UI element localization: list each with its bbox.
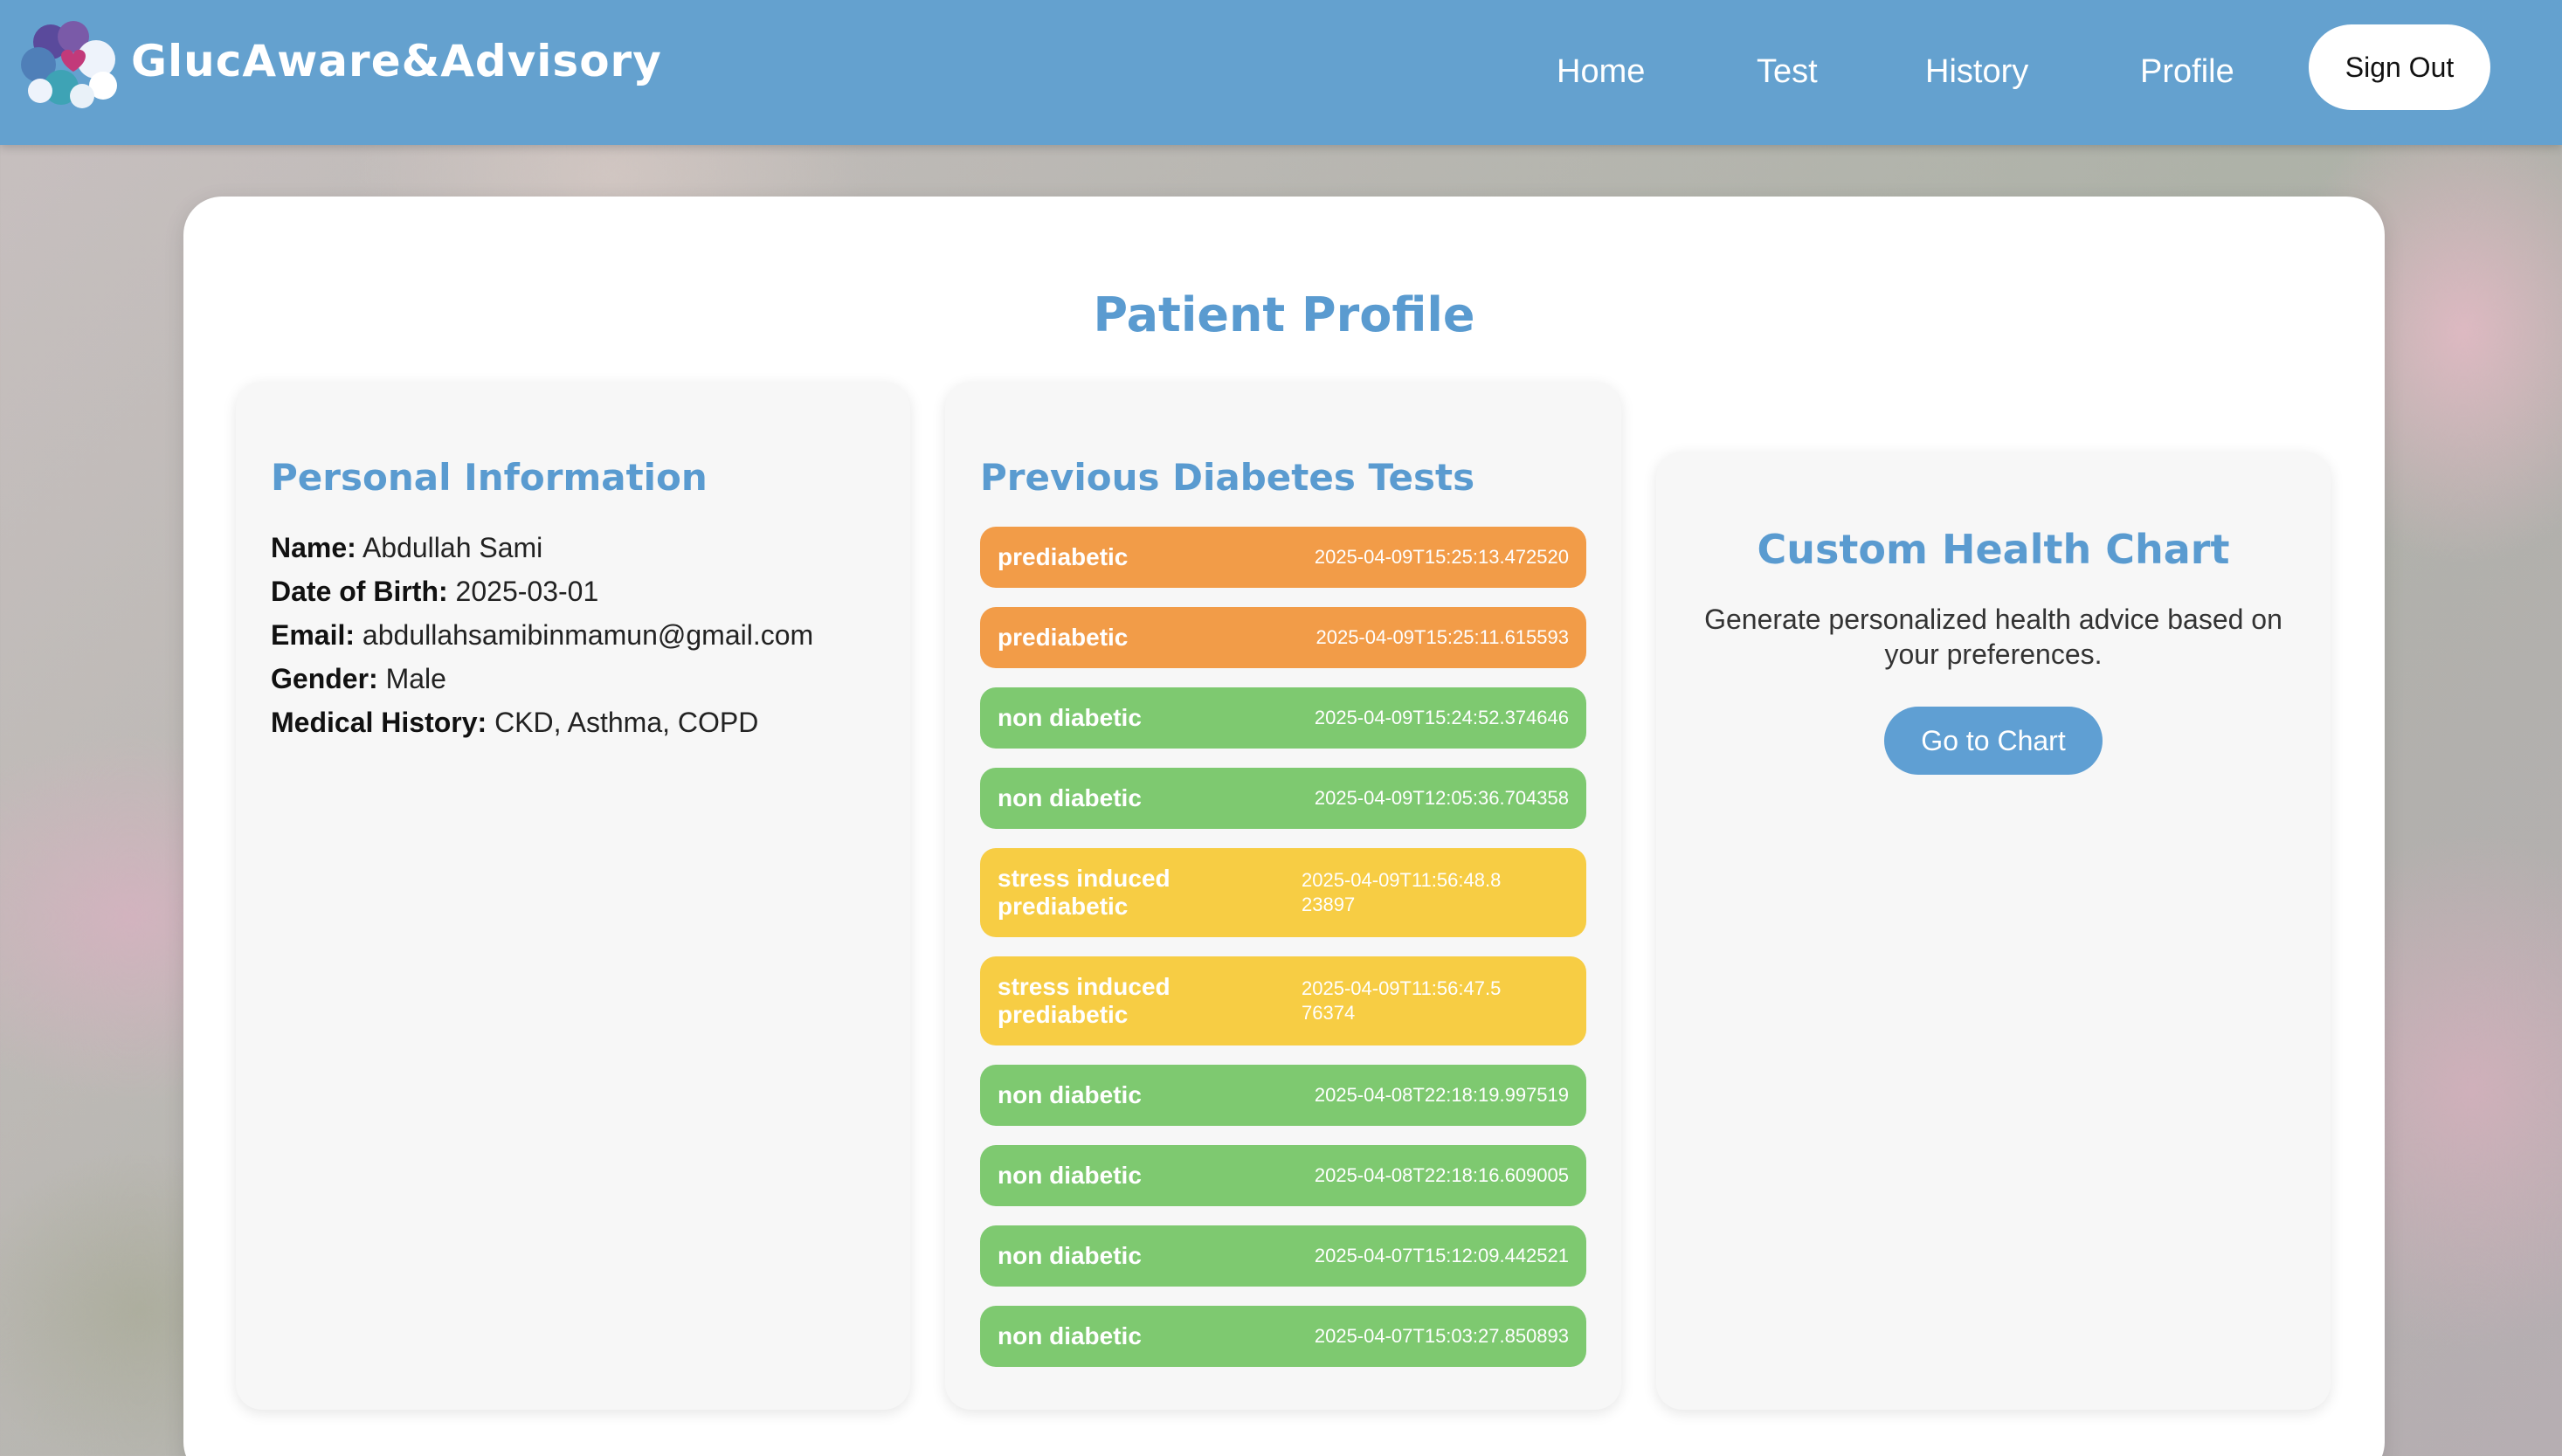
test-status: non diabetic xyxy=(998,784,1142,811)
nav-history[interactable]: History xyxy=(1925,45,2028,98)
test-status: prediabetic xyxy=(998,624,1129,651)
test-status: non diabetic xyxy=(998,1322,1142,1349)
test-timestamp: 2025-04-07T15:03:27.850893 xyxy=(1314,1325,1569,1347)
health-chart-panel: Custom Health Chart Generate personalize… xyxy=(1656,452,2331,1410)
name-value: Abdullah Sami xyxy=(362,532,543,563)
brand-title[interactable]: GlucAware&Advisory xyxy=(131,31,662,91)
sign-out-button[interactable]: Sign Out xyxy=(2309,24,2490,110)
test-status: non diabetic xyxy=(998,704,1142,731)
previous-tests-panel: Previous Diabetes Tests prediabetic 2025… xyxy=(945,382,1621,1410)
test-row[interactable]: non diabetic 2025-04-07T15:03:27.850893 xyxy=(980,1306,1586,1367)
test-row[interactable]: non diabetic 2025-04-07T15:12:09.442521 xyxy=(980,1225,1586,1287)
test-status: stress induced prediabetic xyxy=(998,973,1171,1028)
heart-puzzle-logo-icon[interactable] xyxy=(16,16,124,110)
test-timestamp: 2025-04-08T22:18:19.997519 xyxy=(1314,1084,1569,1106)
test-row[interactable]: non diabetic 2025-04-09T15:24:52.374646 xyxy=(980,687,1586,749)
profile-card: Patient Profile Personal Information Nam… xyxy=(183,197,2385,1456)
test-timestamp: 2025-04-07T15:12:09.442521 xyxy=(1314,1245,1569,1266)
test-timestamp: 2025-04-09T11:56:48.823897 xyxy=(1302,869,1502,915)
test-row[interactable]: stress induced prediabetic 2025-04-09T11… xyxy=(980,848,1586,937)
name-label: Name: xyxy=(271,532,356,563)
email-row: Email: abdullahsamibinmamun@gmail.com xyxy=(271,614,813,656)
test-row[interactable]: prediabetic 2025-04-09T15:25:11.615593 xyxy=(980,607,1586,668)
test-status: stress induced prediabetic xyxy=(998,865,1171,920)
test-timestamp: 2025-04-09T15:24:52.374646 xyxy=(1314,707,1569,728)
test-timestamp: 2025-04-09T11:56:47.576374 xyxy=(1302,977,1502,1024)
test-row[interactable]: stress induced prediabetic 2025-04-09T11… xyxy=(980,956,1586,1045)
medical-history-row: Medical History: CKD, Asthma, COPD xyxy=(271,701,758,743)
test-timestamp: 2025-04-08T22:18:16.609005 xyxy=(1314,1164,1569,1186)
previous-tests-heading: Previous Diabetes Tests xyxy=(980,456,1475,499)
test-status: prediabetic xyxy=(998,543,1129,570)
personal-info-panel: Personal Information Name: Abdullah Sami… xyxy=(236,382,910,1410)
email-value: abdullahsamibinmamun@gmail.com xyxy=(362,619,814,651)
page-title: Patient Profile xyxy=(1093,287,1475,342)
test-status: non diabetic xyxy=(998,1242,1142,1269)
test-row[interactable]: non diabetic 2025-04-09T12:05:36.704358 xyxy=(980,768,1586,829)
nav-test[interactable]: Test xyxy=(1757,45,1818,98)
nav-home[interactable]: Home xyxy=(1557,45,1645,98)
dob-label: Date of Birth: xyxy=(271,576,448,607)
test-status: non diabetic xyxy=(998,1081,1142,1108)
medical-history-label: Medical History: xyxy=(271,707,487,738)
health-chart-description: Generate personalized health advice base… xyxy=(1704,604,2282,670)
gender-row: Gender: Male xyxy=(271,658,446,700)
test-timestamp: 2025-04-09T12:05:36.704358 xyxy=(1314,787,1569,809)
dob-row: Date of Birth: 2025-03-01 xyxy=(271,570,598,612)
nav-profile[interactable]: Profile xyxy=(2140,45,2234,98)
health-chart-heading: Custom Health Chart xyxy=(1757,526,2230,573)
test-timestamp: 2025-04-09T15:25:11.615593 xyxy=(1316,626,1569,648)
dob-value: 2025-03-01 xyxy=(455,576,599,607)
test-row[interactable]: non diabetic 2025-04-08T22:18:19.997519 xyxy=(980,1065,1586,1126)
gender-label: Gender: xyxy=(271,663,378,694)
personal-info-heading: Personal Information xyxy=(271,456,708,499)
name-row: Name: Abdullah Sami xyxy=(271,527,542,569)
test-row[interactable]: prediabetic 2025-04-09T15:25:13.472520 xyxy=(980,527,1586,588)
go-to-chart-button[interactable]: Go to Chart xyxy=(1884,707,2103,775)
medical-history-value: CKD, Asthma, COPD xyxy=(494,707,759,738)
test-status: non diabetic xyxy=(998,1162,1142,1189)
test-row[interactable]: non diabetic 2025-04-08T22:18:16.609005 xyxy=(980,1145,1586,1206)
navbar: GlucAware&Advisory Home Test History Pro… xyxy=(0,0,2562,145)
gender-value: Male xyxy=(385,663,446,694)
email-label: Email: xyxy=(271,619,356,651)
test-timestamp: 2025-04-09T15:25:13.472520 xyxy=(1314,546,1569,568)
